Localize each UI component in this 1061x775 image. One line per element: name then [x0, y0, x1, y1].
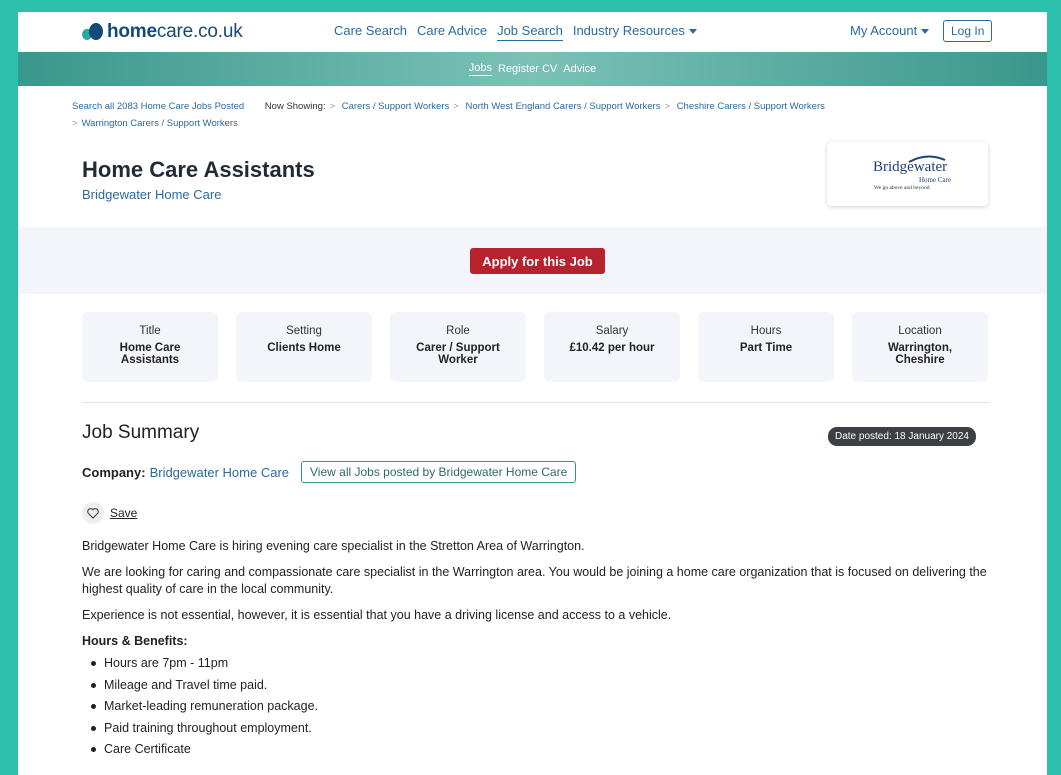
chevron-down-icon: [688, 29, 697, 35]
apply-button[interactable]: Apply for this Job: [470, 248, 605, 274]
view-all-jobs-button[interactable]: View all Jobs posted by Bridgewater Home…: [301, 461, 577, 483]
company-link[interactable]: Bridgewater Home Care: [82, 187, 221, 202]
heart-icon[interactable]: [82, 502, 104, 524]
list-item: Paid training throughout employment.: [91, 720, 1002, 737]
description-paragraph: Experience is not essential, however, it…: [82, 608, 672, 622]
subnav-register-cv[interactable]: Register CV: [498, 63, 557, 75]
subnav-advice[interactable]: Advice: [563, 63, 596, 75]
detail-card-role: Role Carer / Support Worker: [390, 312, 526, 382]
my-account-menu[interactable]: My Account: [850, 23, 930, 38]
chevron-right-icon: >: [72, 118, 78, 129]
chevron-right-icon: >: [329, 101, 336, 112]
sub-nav: Jobs Register CV Advice: [18, 52, 1047, 86]
site-logo[interactable]: homecare.co.uk: [82, 21, 243, 43]
nav-job-search[interactable]: Job Search: [497, 23, 563, 41]
detail-card-location: Location Warrington, Cheshire: [852, 312, 988, 382]
job-details: Title Home Care Assistants Setting Clients…: [82, 312, 988, 382]
date-posted-badge: Date posted: 18 January 2024: [828, 427, 976, 446]
logo-text: homecare.co.uk: [107, 21, 243, 42]
chevron-right-icon: >: [664, 101, 671, 112]
company-label: Company:: [82, 464, 146, 480]
summary-heading: Job Summary: [82, 422, 200, 443]
breadcrumb-item[interactable]: Carers / Support Workers: [342, 101, 450, 112]
logo-icon: [82, 23, 103, 41]
divider: [82, 402, 990, 403]
main-nav: Care Search Care Advice Job Search Indus…: [334, 23, 697, 41]
nav-industry-resources[interactable]: Industry Resources: [573, 23, 697, 41]
list-item: Market-leading remuneration package.: [91, 698, 1002, 715]
detail-card-setting: Setting Clients Home: [236, 312, 372, 382]
list-item: Hours are 7pm - 11pm: [91, 655, 1002, 672]
nav-care-search[interactable]: Care Search: [334, 23, 407, 41]
chevron-right-icon: >: [453, 101, 459, 112]
list-item: Care Certificate: [91, 741, 1002, 758]
nav-care-advice[interactable]: Care Advice: [417, 23, 487, 41]
benefits-list: Hours are 7pm - 11pm Mileage and Travel …: [82, 655, 1002, 758]
breadcrumb-item[interactable]: Cheshire Carers / Support Workers: [677, 101, 825, 112]
company-logo[interactable]: Bridgewater Home Care We go above and be…: [827, 142, 988, 206]
company-name-link[interactable]: Bridgewater Home Care: [150, 465, 289, 480]
breadcrumb-item[interactable]: North West England Carers / Support Work…: [465, 101, 660, 112]
breadcrumb-search-all[interactable]: Search all 2083 Home Care Jobs Posted: [72, 101, 244, 112]
page-title: Home Care Assistants: [82, 157, 315, 182]
description-paragraph: Bridgewater Home Care is hiring evening …: [82, 539, 585, 553]
top-nav: homecare.co.uk Care Search Care Advice J…: [18, 12, 1047, 52]
login-button[interactable]: Log In: [943, 20, 993, 42]
breadcrumb-item[interactable]: Warrington Carers / Support Workers: [82, 118, 238, 129]
list-item: Mileage and Travel time paid.: [91, 677, 1002, 694]
save-control[interactable]: Save: [82, 502, 137, 524]
detail-card-title: Title Home Care Assistants: [82, 312, 218, 382]
detail-card-hours: Hours Part Time: [698, 312, 834, 382]
subnav-jobs[interactable]: Jobs: [468, 62, 492, 76]
breadcrumb-now-showing: Now Showing:: [264, 101, 326, 112]
detail-card-salary: Salary £10.42 per hour: [544, 312, 680, 382]
benefits-heading: Hours & Benefits:: [82, 634, 188, 648]
page: homecare.co.uk Care Search Care Advice J…: [18, 12, 1047, 775]
chevron-down-icon: [921, 29, 930, 35]
job-description: Bridgewater Home Care is hiring evening …: [82, 538, 1002, 763]
description-paragraph: We are looking for caring and compassion…: [82, 565, 987, 596]
swoosh-icon: [908, 155, 946, 163]
company-row: Company: Bridgewater Home Care View all …: [82, 461, 577, 483]
breadcrumb: Search all 2083 Home Care Jobs Posted No…: [72, 98, 892, 132]
save-link[interactable]: Save: [110, 506, 137, 520]
